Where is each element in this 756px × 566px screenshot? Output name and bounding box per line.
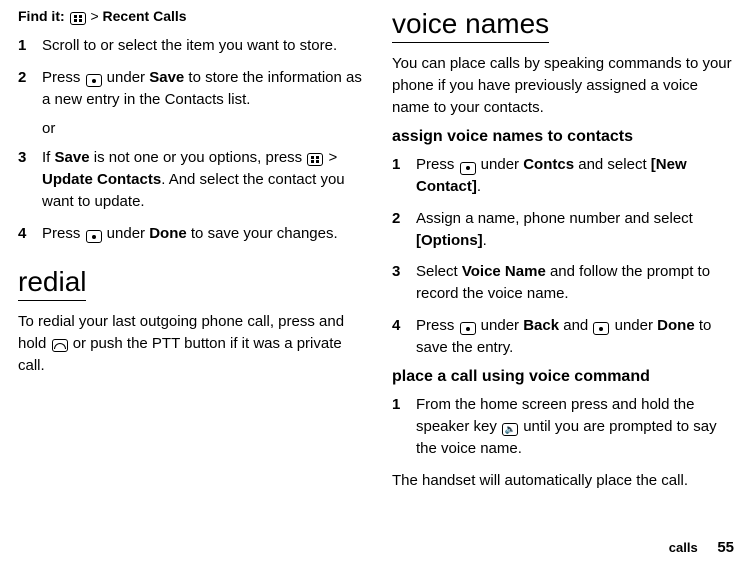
footer-page-number: 55 xyxy=(717,539,734,556)
step-text: Select Voice Name and follow the prompt … xyxy=(416,261,738,305)
txt: > xyxy=(324,149,337,166)
find-it-line: Find it: > Recent Calls xyxy=(18,8,364,25)
place-call-heading: place a call using voice command xyxy=(392,368,738,386)
step-num: 1 xyxy=(392,394,404,459)
menu-key-icon xyxy=(70,12,86,25)
speaker-key-icon xyxy=(502,423,518,436)
txt: . xyxy=(483,232,487,249)
place-step-1: 1 From the home screen press and hold th… xyxy=(392,394,738,459)
step-num: 4 xyxy=(392,315,404,359)
step-num: 1 xyxy=(18,35,30,57)
txt: Press xyxy=(416,317,459,334)
left-steps: 1 Scroll to or select the item you want … xyxy=(18,35,364,110)
send-key-icon xyxy=(52,339,68,352)
assign-step-1: 1 Press under Contcs and select [New Con… xyxy=(392,154,738,198)
txt: to save your changes. xyxy=(187,225,338,242)
step-num: 4 xyxy=(18,223,30,245)
step-1: 1 Scroll to or select the item you want … xyxy=(18,35,364,57)
voice-names-heading: voice names xyxy=(392,8,549,43)
step-text: From the home screen press and hold the … xyxy=(416,394,738,459)
txt: Assign a name, phone number and select xyxy=(416,210,693,227)
txt: under xyxy=(103,225,150,242)
save-label: Save xyxy=(55,149,90,166)
contcs-label: Contcs xyxy=(523,156,574,173)
txt: is not one or you options, press xyxy=(90,149,307,166)
txt: and xyxy=(559,317,592,334)
done-label: Done xyxy=(149,225,187,242)
txt: under xyxy=(477,156,524,173)
step-num: 2 xyxy=(18,67,30,111)
page-footer: calls 55 xyxy=(669,539,734,556)
step-num: 3 xyxy=(18,147,30,212)
txt: If xyxy=(42,149,55,166)
voice-names-intro: You can place calls by speaking commands… xyxy=(392,53,738,118)
menu-key-icon xyxy=(307,153,323,166)
find-it-target: Recent Calls xyxy=(103,8,187,24)
step-text: If Save is not one or you options, press… xyxy=(42,147,364,212)
step-text: Scroll to or select the item you want to… xyxy=(42,35,364,57)
step-2: 2 Press under Save to store the informat… xyxy=(18,67,364,111)
step-text: Press under Contcs and select [New Conta… xyxy=(416,154,738,198)
assign-step-2: 2 Assign a name, phone number and select… xyxy=(392,208,738,252)
assign-heading: assign voice names to contacts xyxy=(392,128,738,146)
update-contacts-label: Update Contacts xyxy=(42,171,161,188)
redial-heading: redial xyxy=(18,266,86,301)
softkey-icon xyxy=(86,230,102,243)
step-num: 3 xyxy=(392,261,404,305)
txt: . xyxy=(477,178,481,195)
left-steps-cont: 3 If Save is not one or you options, pre… xyxy=(18,147,364,244)
step-text: Press under Save to store the informatio… xyxy=(42,67,364,111)
step-4: 4 Press under Done to save your changes. xyxy=(18,223,364,245)
done-label: Done xyxy=(657,317,695,334)
left-column: Find it: > Recent Calls 1 Scroll to or s… xyxy=(18,8,364,528)
assign-step-4: 4 Press under Back and under Done to sav… xyxy=(392,315,738,359)
options-label: [Options] xyxy=(416,232,483,249)
assign-step-3: 3 Select Voice Name and follow the promp… xyxy=(392,261,738,305)
txt: Press xyxy=(42,69,85,86)
redial-paragraph: To redial your last outgoing phone call,… xyxy=(18,311,364,376)
txt: and select xyxy=(574,156,651,173)
step-num: 2 xyxy=(392,208,404,252)
txt: under xyxy=(103,69,150,86)
find-it-label: Find it: xyxy=(18,8,65,24)
step-text: Press under Back and under Done to save … xyxy=(416,315,738,359)
place-steps: 1 From the home screen press and hold th… xyxy=(392,394,738,459)
txt: under xyxy=(610,317,657,334)
step-num: 1 xyxy=(392,154,404,198)
softkey-icon xyxy=(460,162,476,175)
step-text: Press under Done to save your changes. xyxy=(42,223,364,245)
step-text: Assign a name, phone number and select [… xyxy=(416,208,738,252)
back-label: Back xyxy=(523,317,559,334)
txt: Press xyxy=(42,225,85,242)
find-it-sep: > xyxy=(90,8,102,24)
step-3: 3 If Save is not one or you options, pre… xyxy=(18,147,364,212)
right-column: voice names You can place calls by speak… xyxy=(392,8,738,528)
txt: Press xyxy=(416,156,459,173)
softkey-icon xyxy=(86,74,102,87)
txt: Select xyxy=(416,263,462,280)
softkey-icon xyxy=(593,322,609,335)
voice-name-label: Voice Name xyxy=(462,263,546,280)
softkey-icon xyxy=(460,322,476,335)
assign-steps: 1 Press under Contcs and select [New Con… xyxy=(392,154,738,358)
save-label: Save xyxy=(149,69,184,86)
footer-section: calls xyxy=(669,540,698,555)
or-text: or xyxy=(42,120,364,137)
place-end-paragraph: The handset will automatically place the… xyxy=(392,470,738,492)
txt: under xyxy=(477,317,524,334)
